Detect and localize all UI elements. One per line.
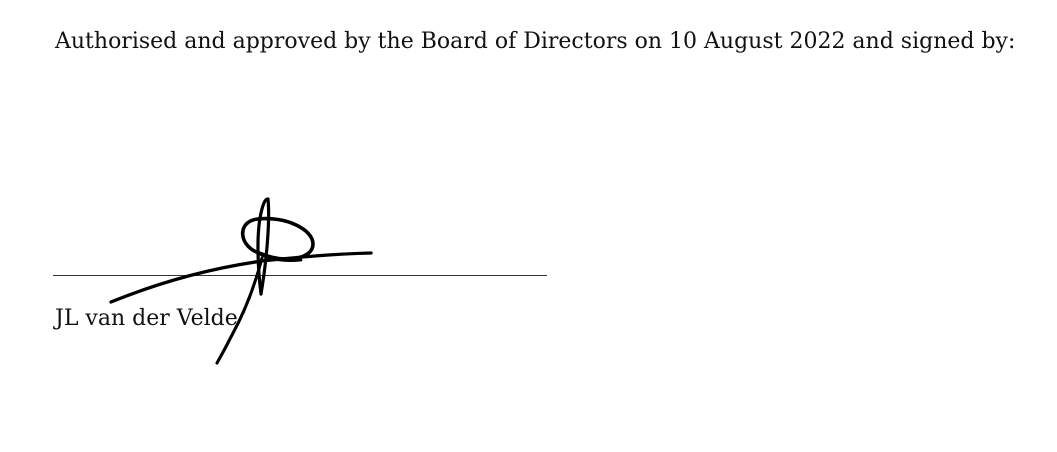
handwritten-signature <box>109 197 373 365</box>
signature-stroke-cross <box>256 251 303 262</box>
signatory-name: JL van der Velde <box>55 306 238 331</box>
signature-stroke-loop <box>240 216 315 261</box>
signature-page: Authorised and approved by the Board of … <box>0 0 1057 452</box>
approval-statement: Authorised and approved by the Board of … <box>55 29 1016 54</box>
signature-line <box>53 275 547 276</box>
signature-stroke-sweep <box>109 251 373 304</box>
signature-stroke-vertical <box>256 197 271 296</box>
